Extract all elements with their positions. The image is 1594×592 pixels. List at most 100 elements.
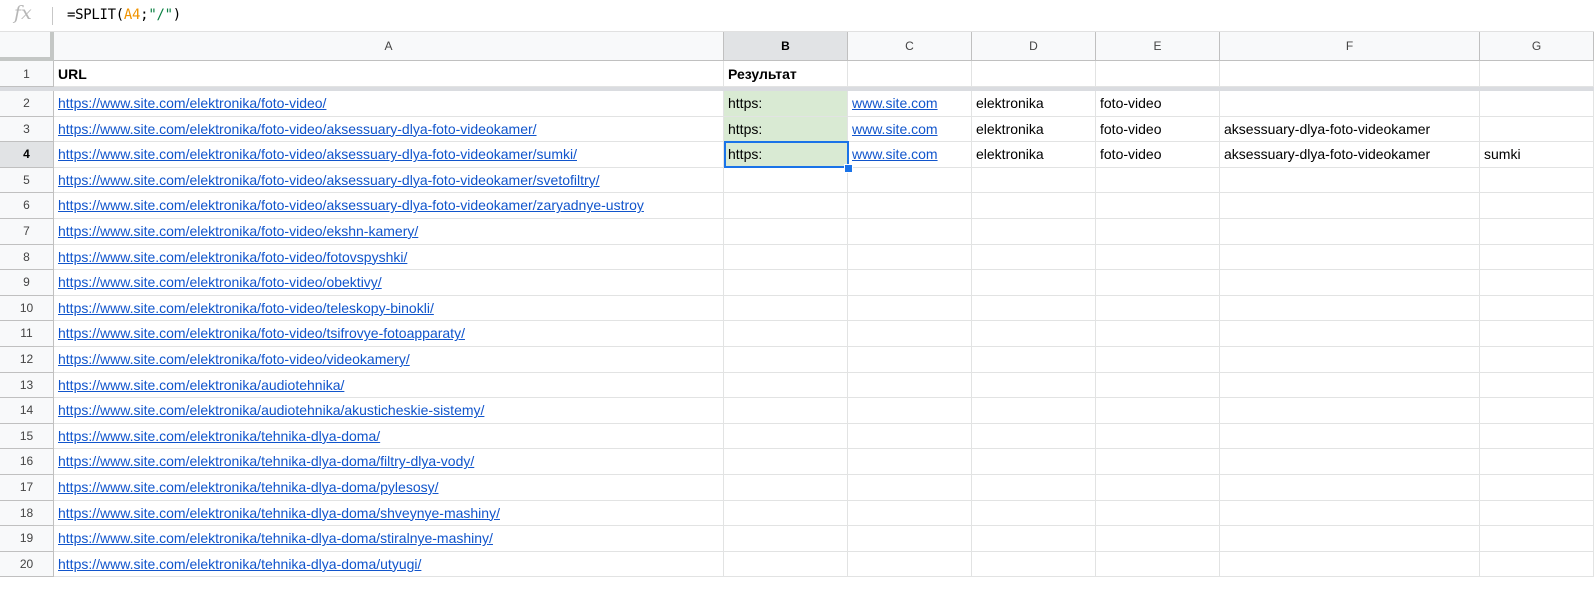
cell-g18[interactable] [1480,500,1594,527]
cell-d6[interactable] [972,193,1096,219]
cell-c20[interactable] [848,551,972,578]
cell-f10[interactable] [1220,295,1480,322]
column-header-e[interactable]: E [1096,32,1220,61]
cell-a5[interactable]: https://www.site.com/elektronika/foto-vi… [54,167,724,194]
cell-b7[interactable] [724,219,848,245]
cell-g16[interactable] [1480,449,1594,475]
cell-a3[interactable]: https://www.site.com/elektronika/foto-vi… [54,116,724,143]
cell-b18[interactable] [724,500,848,527]
row-header-18[interactable]: 18 [0,500,54,527]
cell-e19[interactable] [1096,526,1220,552]
cell-c19[interactable] [848,526,972,552]
cell-e14[interactable] [1096,398,1220,424]
cell-e7[interactable] [1096,219,1220,245]
cell-g2[interactable] [1480,91,1594,117]
cell-d2[interactable]: elektronika [972,91,1096,117]
cell-b20[interactable] [724,551,848,578]
cell-d1[interactable] [972,61,1096,87]
row-header-15[interactable]: 15 [0,423,54,450]
cell-c10[interactable] [848,295,972,322]
cell-f6[interactable] [1220,193,1480,219]
cell-g3[interactable] [1480,116,1594,143]
row-header-7[interactable]: 7 [0,219,54,245]
cell-d4[interactable]: elektronika [972,142,1096,168]
cell-f11[interactable] [1220,321,1480,347]
cell-e15[interactable] [1096,423,1220,450]
cell-a12[interactable]: https://www.site.com/elektronika/foto-vi… [54,347,724,373]
row-header-14[interactable]: 14 [0,398,54,424]
column-header-a[interactable]: A [54,32,724,61]
cell-d7[interactable] [972,219,1096,245]
cell-b19[interactable] [724,526,848,552]
cell-f19[interactable] [1220,526,1480,552]
cell-g20[interactable] [1480,551,1594,578]
cell-a19[interactable]: https://www.site.com/elektronika/tehnika… [54,526,724,552]
cell-e10[interactable] [1096,295,1220,322]
cell-e4[interactable]: foto-video [1096,142,1220,168]
cell-a17[interactable]: https://www.site.com/elektronika/tehnika… [54,475,724,501]
spreadsheet-grid[interactable]: A B C D E F G 1 URL Результат 2 https://www.site.co… [0,32,1594,592]
cell-d16[interactable] [972,449,1096,475]
cell-g11[interactable] [1480,321,1594,347]
cell-f17[interactable] [1220,475,1480,501]
row-header-13[interactable]: 13 [0,372,54,399]
cell-e13[interactable] [1096,372,1220,399]
cell-b3[interactable]: https: [724,116,848,143]
cell-c3[interactable]: www.site.com [848,116,972,143]
cell-b8[interactable] [724,244,848,271]
cell-a18[interactable]: https://www.site.com/elektronika/tehnika… [54,500,724,527]
row-header-8[interactable]: 8 [0,244,54,271]
cell-f7[interactable] [1220,219,1480,245]
cell-b12[interactable] [724,347,848,373]
cell-f14[interactable] [1220,398,1480,424]
row-header-9[interactable]: 9 [0,270,54,296]
cell-d13[interactable] [972,372,1096,399]
cell-g5[interactable] [1480,167,1594,194]
cell-e17[interactable] [1096,475,1220,501]
cell-f15[interactable] [1220,423,1480,450]
cell-f12[interactable] [1220,347,1480,373]
row-header-20[interactable]: 20 [0,551,54,578]
row-header-6[interactable]: 6 [0,193,54,219]
cell-b10[interactable] [724,295,848,322]
cell-d19[interactable] [972,526,1096,552]
cell-a11[interactable]: https://www.site.com/elektronika/foto-vi… [54,321,724,347]
cell-f5[interactable] [1220,167,1480,194]
cell-d5[interactable] [972,167,1096,194]
cell-a8[interactable]: https://www.site.com/elektronika/foto-vi… [54,244,724,271]
cell-e9[interactable] [1096,270,1220,296]
cell-g8[interactable] [1480,244,1594,271]
column-header-b[interactable]: B [724,32,848,61]
cell-e8[interactable] [1096,244,1220,271]
cell-e18[interactable] [1096,500,1220,527]
cell-d17[interactable] [972,475,1096,501]
column-header-g[interactable]: G [1480,32,1594,61]
cell-e2[interactable]: foto-video [1096,91,1220,117]
cell-f9[interactable] [1220,270,1480,296]
cell-e11[interactable] [1096,321,1220,347]
cell-c12[interactable] [848,347,972,373]
cell-e16[interactable] [1096,449,1220,475]
cell-d20[interactable] [972,551,1096,578]
cell-g13[interactable] [1480,372,1594,399]
cell-b9[interactable] [724,270,848,296]
cell-c8[interactable] [848,244,972,271]
row-header-1[interactable]: 1 [0,61,54,87]
cell-e12[interactable] [1096,347,1220,373]
cell-g15[interactable] [1480,423,1594,450]
cell-c17[interactable] [848,475,972,501]
cell-f1[interactable] [1220,61,1480,87]
cell-d9[interactable] [972,270,1096,296]
formula-bar[interactable]: fx =SPLIT(A4;"/") [0,0,1594,32]
cell-f16[interactable] [1220,449,1480,475]
column-header-d[interactable]: D [972,32,1096,61]
cell-f13[interactable] [1220,372,1480,399]
cell-a9[interactable]: https://www.site.com/elektronika/foto-vi… [54,270,724,296]
row-header-10[interactable]: 10 [0,295,54,322]
row-header-16[interactable]: 16 [0,449,54,475]
cell-d3[interactable]: elektronika [972,116,1096,143]
cell-a6[interactable]: https://www.site.com/elektronika/foto-vi… [54,193,724,219]
cell-c7[interactable] [848,219,972,245]
cell-b14[interactable] [724,398,848,424]
cell-f8[interactable] [1220,244,1480,271]
